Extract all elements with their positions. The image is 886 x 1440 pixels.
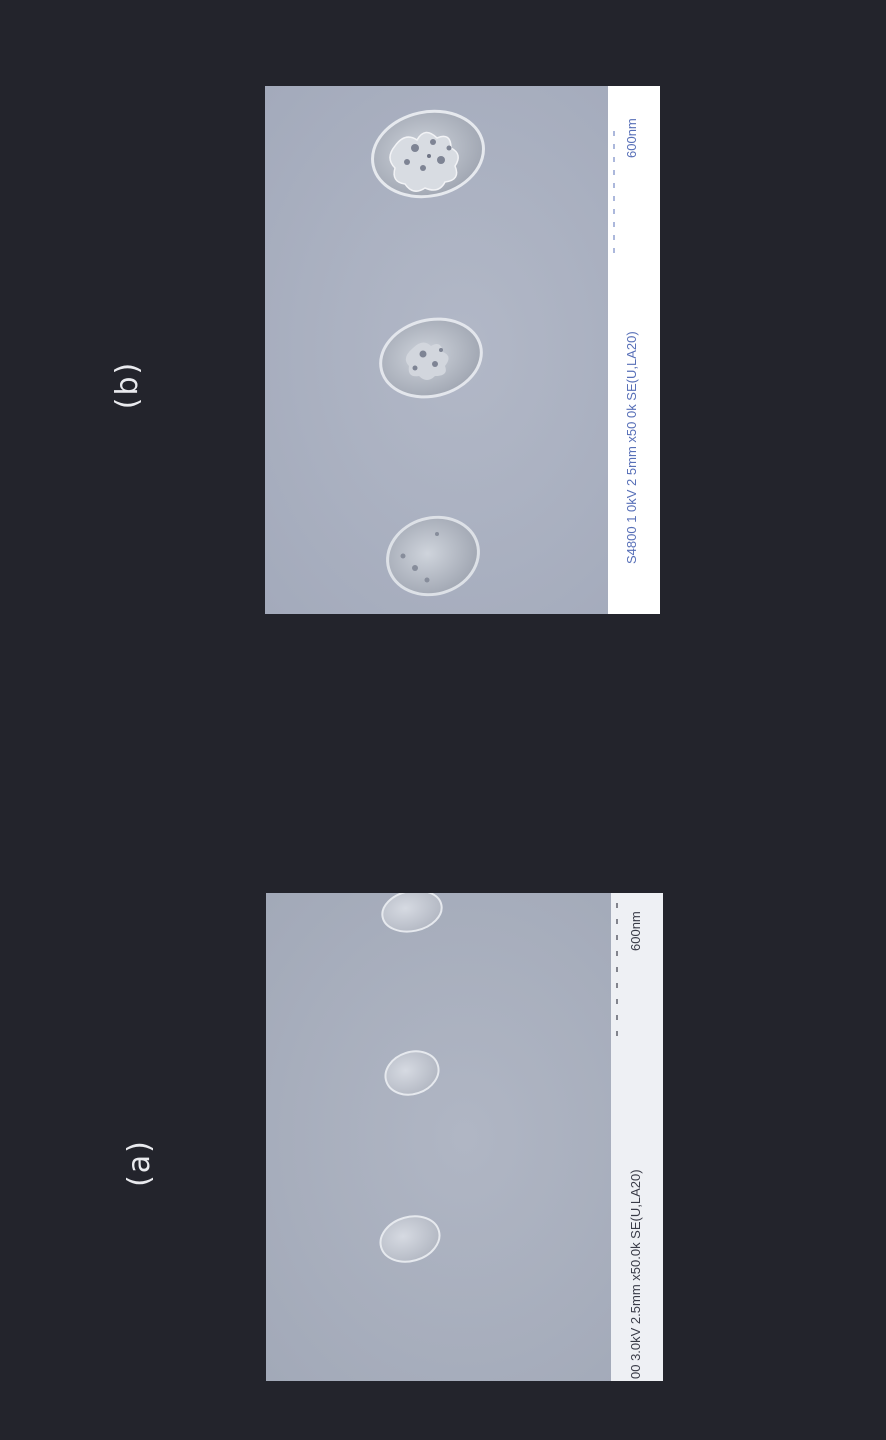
sem-image-b: 600nm S4800 1 0kV 2 5mm x50 0k SE(U,LA20…: [265, 86, 660, 614]
info-text-b: S4800 1 0kV 2 5mm x50 0k SE(U,LA20): [624, 331, 639, 564]
scale-label-b: 600nm: [624, 118, 639, 158]
sem-micrograph-b: [265, 86, 660, 614]
info-bar-a: 600nm 00 3.0kV 2.5mm x50.0k SE(U,LA20): [611, 893, 663, 1381]
panel-label-a: (a): [122, 1139, 157, 1187]
scale-label-a: 600nm: [628, 911, 643, 951]
sem-micrograph-a: [266, 893, 663, 1381]
info-bar-b: 600nm S4800 1 0kV 2 5mm x50 0k SE(U,LA20…: [608, 86, 660, 614]
panel-label-b: (b): [110, 360, 145, 410]
sem-image-a: 600nm 00 3.0kV 2.5mm x50.0k SE(U,LA20): [266, 893, 663, 1381]
info-text-a: 00 3.0kV 2.5mm x50.0k SE(U,LA20): [628, 1169, 643, 1379]
